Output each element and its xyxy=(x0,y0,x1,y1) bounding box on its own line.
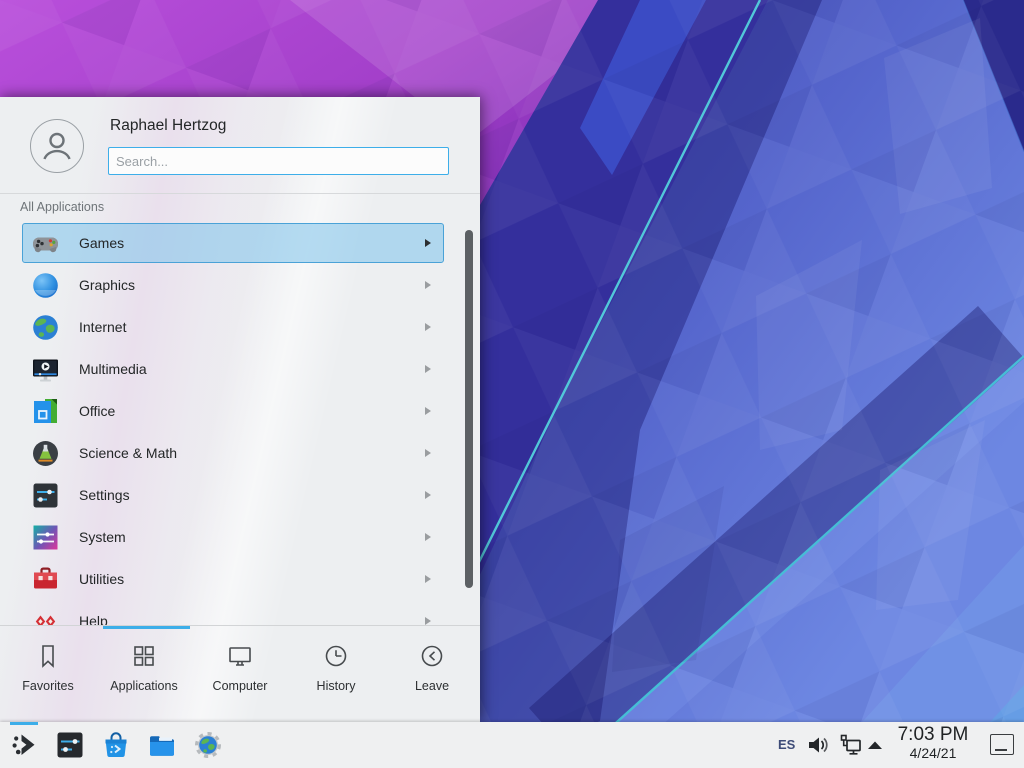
user-name: Raphael Hertzog xyxy=(110,117,226,135)
show-desktop-widget[interactable] xyxy=(990,734,1014,755)
category-row-internet[interactable]: Internet xyxy=(22,307,444,347)
taskbar-panel: ES 7:03 PM 4/24/21 xyxy=(0,722,1024,768)
category-row-utilities[interactable]: Utilities xyxy=(22,559,444,599)
clock-time: 7:03 PM xyxy=(886,724,980,745)
launcher-header: Raphael Hertzog xyxy=(0,97,480,193)
flask-icon xyxy=(31,439,60,468)
digital-clock[interactable]: 7:03 PM 4/24/21 xyxy=(886,724,980,762)
history-clock-icon xyxy=(322,642,350,670)
help-buoy-icon xyxy=(31,607,60,626)
kickoff-launcher-menu: Raphael Hertzog All Applications xyxy=(0,97,480,722)
file-manager-button[interactable] xyxy=(147,730,177,760)
tab-history[interactable]: History xyxy=(288,629,384,722)
settings-sliders-icon xyxy=(55,730,85,760)
application-launcher-button[interactable] xyxy=(10,730,40,760)
tray-expand-caret-icon[interactable] xyxy=(866,739,884,751)
category-label: Graphics xyxy=(79,277,135,293)
category-label: Multimedia xyxy=(79,361,147,377)
submenu-arrow-icon xyxy=(425,491,431,499)
category-label: Science & Math xyxy=(79,445,177,461)
documents-icon xyxy=(31,397,60,426)
category-label: Help xyxy=(79,613,108,625)
clock-date: 4/24/21 xyxy=(886,745,980,762)
category-label: Settings xyxy=(79,487,130,503)
submenu-arrow-icon xyxy=(425,239,431,247)
discover-bag-icon xyxy=(101,730,131,760)
keyboard-layout-indicator[interactable]: ES xyxy=(778,737,795,752)
tab-leave[interactable]: Leave xyxy=(384,629,480,722)
paint-sphere-icon xyxy=(31,271,60,300)
bookmark-icon xyxy=(34,642,62,670)
category-row-graphics[interactable]: Graphics xyxy=(22,265,444,305)
app-grid-icon xyxy=(130,642,158,670)
submenu-arrow-icon xyxy=(425,575,431,583)
category-row-system[interactable]: System xyxy=(22,517,444,557)
launcher-tab-bar: Favorites Applications Computer xyxy=(0,629,480,722)
submenu-arrow-icon xyxy=(425,281,431,289)
category-label: Utilities xyxy=(79,571,124,587)
category-row-help[interactable]: Help xyxy=(22,601,444,625)
network-icon[interactable] xyxy=(838,733,862,757)
section-label: All Applications xyxy=(20,200,104,214)
tab-label: Computer xyxy=(213,679,268,693)
volume-icon[interactable] xyxy=(806,733,830,757)
submenu-arrow-icon xyxy=(425,449,431,457)
category-row-games[interactable]: Games xyxy=(22,223,444,263)
desktop: Raphael Hertzog All Applications xyxy=(0,0,1024,768)
footer-separator xyxy=(0,625,480,626)
tab-label: History xyxy=(317,679,356,693)
leave-circle-icon xyxy=(418,642,446,670)
sliders-color-icon xyxy=(31,523,60,552)
discover-button[interactable] xyxy=(101,730,131,760)
submenu-arrow-icon xyxy=(425,617,431,625)
submenu-arrow-icon xyxy=(425,365,431,373)
list-scrollbar[interactable] xyxy=(465,230,473,588)
tab-applications[interactable]: Applications xyxy=(96,629,192,722)
category-label: System xyxy=(79,529,126,545)
globe-gear-icon xyxy=(193,730,223,760)
tab-favorites[interactable]: Favorites xyxy=(0,629,96,722)
submenu-arrow-icon xyxy=(425,533,431,541)
search-field[interactable] xyxy=(108,147,449,175)
system-settings-button[interactable] xyxy=(55,730,85,760)
computer-icon xyxy=(226,642,254,670)
launcher-active-indicator xyxy=(10,722,38,725)
application-category-list: Games Graphics xyxy=(0,223,480,625)
folder-icon xyxy=(147,730,177,760)
category-row-settings[interactable]: Settings xyxy=(22,475,444,515)
kde-launcher-icon xyxy=(10,730,40,760)
media-player-monitor-icon xyxy=(31,355,60,384)
submenu-arrow-icon xyxy=(425,407,431,415)
tab-label: Leave xyxy=(415,679,449,693)
category-label: Games xyxy=(79,235,124,251)
gamepad-icon xyxy=(31,229,60,258)
tab-label: Applications xyxy=(110,679,177,693)
category-label: Office xyxy=(79,403,115,419)
header-separator xyxy=(0,193,480,194)
category-label: Internet xyxy=(79,319,126,335)
category-row-science-math[interactable]: Science & Math xyxy=(22,433,444,473)
globe-icon xyxy=(31,313,60,342)
toolbox-icon xyxy=(31,565,60,594)
tab-computer[interactable]: Computer xyxy=(192,629,288,722)
category-row-office[interactable]: Office xyxy=(22,391,444,431)
category-row-multimedia[interactable]: Multimedia xyxy=(22,349,444,389)
web-browser-button[interactable] xyxy=(193,730,223,760)
sliders-dark-icon xyxy=(31,481,60,510)
submenu-arrow-icon xyxy=(425,323,431,331)
tab-label: Favorites xyxy=(22,679,73,693)
user-avatar-icon[interactable] xyxy=(30,119,84,173)
search-input[interactable] xyxy=(108,147,449,175)
